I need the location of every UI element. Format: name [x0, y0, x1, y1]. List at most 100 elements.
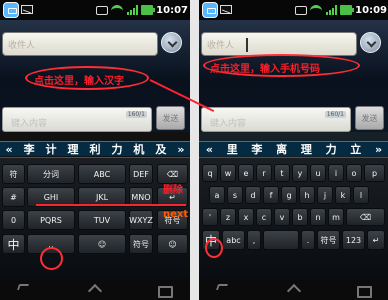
key-e[interactable]: e	[238, 164, 254, 182]
key-b[interactable]: b	[292, 208, 308, 226]
key-z[interactable]: z	[220, 208, 236, 226]
candidate-ji3[interactable]: 及	[155, 142, 166, 157]
key-period[interactable]: .	[301, 230, 315, 250]
candidate-next[interactable]: »	[375, 142, 382, 157]
candidate-li[interactable]: 里	[227, 142, 238, 157]
candidate-prev[interactable]: «	[5, 142, 12, 157]
key-emoji[interactable]: ☺	[78, 234, 126, 254]
key-g[interactable]: g	[281, 186, 297, 204]
keyboard-icon	[96, 5, 109, 15]
key-f[interactable]: f	[263, 186, 279, 204]
keyboard-right: q w e r t y u i o p a s d f g h j k l ' …	[199, 157, 388, 279]
candidate-li3[interactable]: 利	[89, 142, 100, 157]
keyboard-left: 符 分词 ABC DEF # GHI JKL MNO 0 PQRS TUV WX…	[0, 157, 190, 279]
candidate-ji[interactable]: 计	[46, 142, 57, 157]
back-icon[interactable]	[17, 284, 29, 290]
key-q[interactable]: q	[202, 164, 218, 182]
status-time: 10:07	[156, 4, 188, 16]
add-contact-button[interactable]	[360, 32, 381, 53]
key-t[interactable]: t	[274, 164, 290, 182]
candidate-ji2[interactable]: 机	[133, 142, 144, 157]
side-label-delete: 删除	[163, 185, 183, 196]
keyboard-icon	[295, 5, 308, 15]
key-j[interactable]: j	[317, 186, 333, 204]
status-bar: 10:09	[199, 0, 388, 20]
key-y[interactable]: y	[292, 164, 308, 182]
wifi-icon	[111, 5, 124, 15]
key-o[interactable]: o	[346, 164, 362, 182]
key-c[interactable]: c	[256, 208, 272, 226]
status-icons-left	[202, 2, 236, 18]
key-k[interactable]: k	[335, 186, 351, 204]
candidate-li2[interactable]: 李	[251, 142, 262, 157]
home-icon[interactable]	[88, 284, 102, 295]
key-def[interactable]: DEF	[129, 164, 153, 184]
candidate-li5[interactable]: 力	[326, 142, 337, 157]
key-i[interactable]: i	[328, 164, 344, 182]
nav-bar	[0, 279, 190, 300]
send-button[interactable]: 发送	[156, 106, 185, 130]
key-u[interactable]: u	[310, 164, 326, 182]
app-icon	[3, 2, 19, 18]
key-sym[interactable]: 符	[2, 164, 25, 184]
key-fuhao[interactable]: 符号	[317, 230, 340, 250]
key-comma[interactable]: ,	[247, 230, 261, 250]
candidate-li4[interactable]: 力	[111, 142, 122, 157]
key-v[interactable]: v	[274, 208, 290, 226]
key-wxyz[interactable]: WXYZ	[129, 210, 153, 230]
back-icon[interactable]	[216, 284, 228, 290]
key-hash[interactable]: #	[2, 187, 25, 207]
key-123[interactable]: 123	[342, 230, 365, 250]
mail-icon	[220, 5, 232, 14]
recent-apps-icon[interactable]	[157, 284, 173, 298]
key-fenci[interactable]: 分词	[27, 164, 75, 184]
message-placeholder: 键入内容	[210, 119, 247, 129]
send-button[interactable]: 发送	[355, 106, 384, 130]
candidate-li6[interactable]: 立	[350, 142, 361, 157]
key-p[interactable]: p	[364, 164, 385, 182]
recent-apps-icon[interactable]	[356, 284, 372, 298]
signal-icon	[126, 5, 139, 15]
key-abc[interactable]: abc	[222, 230, 245, 250]
key-chinese[interactable]: 中	[2, 234, 25, 254]
annotation-left: 点击这里，输入汉字	[34, 76, 124, 87]
status-icons-right: 10:09	[295, 3, 387, 17]
recipient-field[interactable]: 收件人	[201, 32, 357, 56]
home-icon[interactable]	[287, 284, 301, 295]
key-zero[interactable]: 0	[2, 210, 25, 230]
key-r[interactable]: r	[256, 164, 272, 182]
signal-icon	[325, 5, 338, 15]
candidate-prev[interactable]: «	[206, 142, 213, 157]
candidate-li4[interactable]: 理	[301, 142, 312, 157]
key-enter[interactable]: ↵	[367, 230, 385, 250]
message-input[interactable]: 键入内容 160/1	[201, 107, 351, 132]
left-phone-screen: 10:07 收件人 键入内容 160/1 发送 « 李 计 理 利 力 机 及 …	[0, 0, 190, 300]
key-n[interactable]: n	[310, 208, 326, 226]
key-emoticon[interactable]: ☺	[157, 234, 188, 254]
candidate-next[interactable]: »	[177, 142, 184, 157]
key-m[interactable]: m	[328, 208, 344, 226]
key-apostrophe[interactable]: '	[202, 208, 218, 226]
message-input[interactable]: 键入内容 160/1	[2, 107, 152, 132]
candidate-li[interactable]: 李	[24, 142, 35, 157]
key-w[interactable]: w	[220, 164, 236, 182]
recipient-field[interactable]: 收件人	[2, 32, 158, 56]
status-icons-left	[3, 2, 37, 18]
key-x[interactable]: x	[238, 208, 254, 226]
status-bar: 10:07	[0, 0, 190, 20]
key-abc[interactable]: ABC	[78, 164, 126, 184]
key-space[interactable]	[263, 230, 299, 250]
candidate-li3[interactable]: 离	[276, 142, 287, 157]
key-pqrs[interactable]: PQRS	[27, 210, 75, 230]
key-a[interactable]: a	[209, 186, 225, 204]
key-tuv[interactable]: TUV	[78, 210, 126, 230]
key-backspace[interactable]: ⌫	[346, 208, 385, 226]
key-l[interactable]: l	[353, 186, 369, 204]
key-d[interactable]: d	[245, 186, 261, 204]
recipient-label: 收件人	[8, 41, 36, 51]
key-fuhao[interactable]: 符号	[129, 234, 153, 254]
add-contact-button[interactable]	[161, 32, 182, 53]
candidate-li2[interactable]: 理	[68, 142, 79, 157]
key-s[interactable]: s	[227, 186, 243, 204]
key-h[interactable]: h	[299, 186, 315, 204]
